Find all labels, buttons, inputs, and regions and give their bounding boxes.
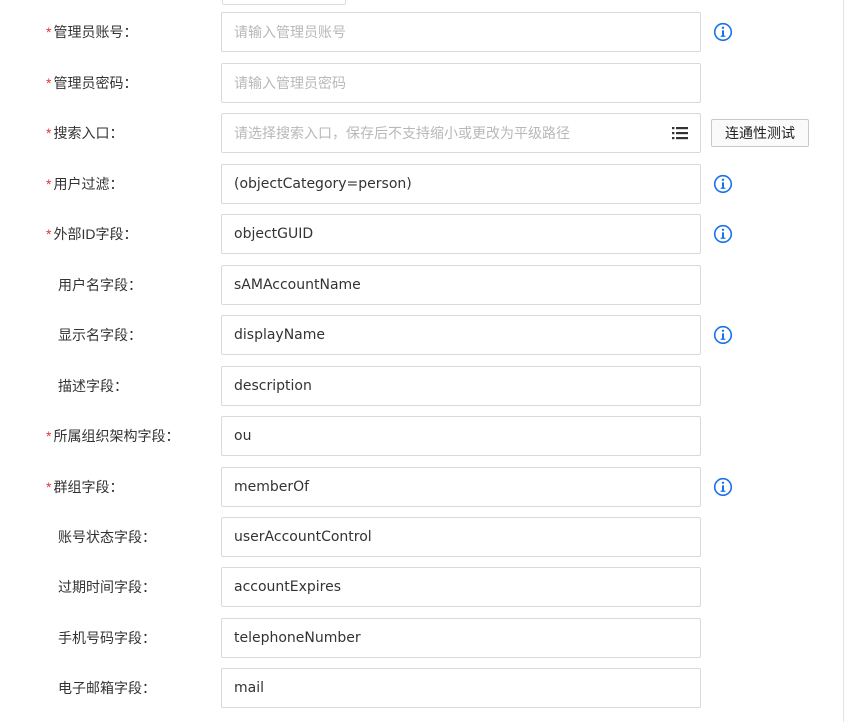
input-value: description xyxy=(234,378,312,394)
field-label-text: 用户名字段： xyxy=(58,277,142,293)
field-label: 账号状态字段： xyxy=(46,517,156,557)
field-label-text: 群组字段： xyxy=(53,479,124,495)
admin-password-input[interactable]: 请输入管理员密码 xyxy=(221,63,701,103)
external-id-input[interactable]: objectGUID xyxy=(221,214,701,254)
form-row-search-entry: * 搜索入口： 请选择搜索入口，保存后不支持缩小或更改为平级路径 连通性测试 xyxy=(0,113,843,153)
form-row-external-id: * 外部ID字段： objectGUID xyxy=(0,214,843,254)
top-control-edge xyxy=(222,0,346,5)
input-placeholder: 请选择搜索入口，保存后不支持缩小或更改为平级路径 xyxy=(234,125,570,141)
input-value: mail xyxy=(234,680,264,696)
input-value: accountExpires xyxy=(234,579,342,595)
info-circle-icon[interactable] xyxy=(713,477,733,497)
field-label: * 所属组织架构字段： xyxy=(46,416,179,456)
field-label-text: 显示名字段： xyxy=(58,327,142,343)
field-label: 电子邮箱字段： xyxy=(46,668,156,708)
admin-account-input[interactable]: 请输入管理员账号 xyxy=(221,12,701,52)
form-row-group: * 群组字段： memberOf xyxy=(0,467,843,507)
field-label: 用户名字段： xyxy=(46,265,142,305)
form-row-display-name: 显示名字段： displayName xyxy=(0,315,843,355)
field-label-text: 用户过滤： xyxy=(53,176,124,192)
required-mark: * xyxy=(46,226,52,242)
form-row-account-status: 账号状态字段： userAccountControl xyxy=(0,517,843,557)
form-row-admin-account: * 管理员账号： 请输入管理员账号 xyxy=(0,12,843,52)
email-input[interactable]: mail xyxy=(221,668,701,708)
field-label: * 用户过滤： xyxy=(46,164,123,204)
field-label-text: 管理员账号： xyxy=(53,24,138,40)
field-label-text: 账号状态字段： xyxy=(58,529,156,545)
form-row-org-unit: * 所属组织架构字段： ou xyxy=(0,416,843,456)
field-label-text: 手机号码字段： xyxy=(58,630,156,646)
field-label: * 群组字段： xyxy=(46,467,123,507)
required-mark: * xyxy=(46,428,52,444)
field-label: * 搜索入口： xyxy=(46,113,123,153)
required-mark: * xyxy=(46,24,52,40)
input-value: (objectCategory=person) xyxy=(234,176,412,192)
expires-input[interactable]: accountExpires xyxy=(221,567,701,607)
required-mark: * xyxy=(46,125,52,141)
field-label: 过期时间字段： xyxy=(46,567,156,607)
required-mark: * xyxy=(46,479,52,495)
required-mark: * xyxy=(46,176,52,192)
field-label: * 管理员账号： xyxy=(46,12,137,52)
form-row-expires: 过期时间字段： accountExpires xyxy=(0,567,843,607)
field-label: 手机号码字段： xyxy=(46,618,156,658)
username-input[interactable]: sAMAccountName xyxy=(221,265,701,305)
field-label-text: 管理员密码： xyxy=(53,75,138,91)
input-placeholder: 请输入管理员账号 xyxy=(234,24,346,40)
field-label: 描述字段： xyxy=(46,366,128,406)
field-label: * 管理员密码： xyxy=(46,63,137,103)
field-label: * 外部ID字段： xyxy=(46,214,137,254)
org-unit-input[interactable]: ou xyxy=(221,416,701,456)
form-row-description: 描述字段： description xyxy=(0,366,843,406)
info-circle-icon[interactable] xyxy=(713,22,733,42)
input-value: telephoneNumber xyxy=(234,630,361,646)
connectivity-test-button[interactable]: 连通性测试 xyxy=(711,119,809,147)
field-label-text: 所属组织架构字段： xyxy=(53,428,180,444)
phone-input[interactable]: telephoneNumber xyxy=(221,618,701,658)
input-placeholder: 请输入管理员密码 xyxy=(234,75,346,91)
input-value: objectGUID xyxy=(234,226,314,242)
info-circle-icon[interactable] xyxy=(713,224,733,244)
input-value: ou xyxy=(234,428,252,444)
user-filter-input[interactable]: (objectCategory=person) xyxy=(221,164,701,204)
form-row-email: 电子邮箱字段： mail xyxy=(0,668,843,708)
info-circle-icon[interactable] xyxy=(713,174,733,194)
input-value: displayName xyxy=(234,327,326,343)
field-label: 显示名字段： xyxy=(46,315,142,355)
display-name-input[interactable]: displayName xyxy=(221,315,701,355)
field-label-text: 外部ID字段： xyxy=(53,226,138,242)
field-label-text: 电子邮箱字段： xyxy=(58,680,156,696)
input-value: memberOf xyxy=(234,479,310,495)
input-value: sAMAccountName xyxy=(234,277,361,293)
info-circle-icon[interactable] xyxy=(713,325,733,345)
form-row-phone: 手机号码字段： telephoneNumber xyxy=(0,618,843,658)
form-panel: * 管理员账号： 请输入管理员账号 * 管理员密码： 请输入管理员密码 * 搜索入口： 请选择搜… xyxy=(0,0,844,722)
field-label-text: 描述字段： xyxy=(58,378,128,394)
required-mark: * xyxy=(46,75,52,91)
form-row-user-filter: * 用户过滤： (objectCategory=person) xyxy=(0,164,843,204)
account-status-input[interactable]: userAccountControl xyxy=(221,517,701,557)
group-input[interactable]: memberOf xyxy=(221,467,701,507)
form-row-admin-password: * 管理员密码： 请输入管理员密码 xyxy=(0,63,843,103)
form-row-username: 用户名字段： sAMAccountName xyxy=(0,265,843,305)
search-entry-input[interactable]: 请选择搜索入口，保存后不支持缩小或更改为平级路径 xyxy=(221,113,701,153)
field-label-text: 过期时间字段： xyxy=(58,579,156,595)
list-icon[interactable] xyxy=(672,126,688,140)
description-input[interactable]: description xyxy=(221,366,701,406)
input-value: userAccountControl xyxy=(234,529,372,545)
field-label-text: 搜索入口： xyxy=(53,125,124,141)
